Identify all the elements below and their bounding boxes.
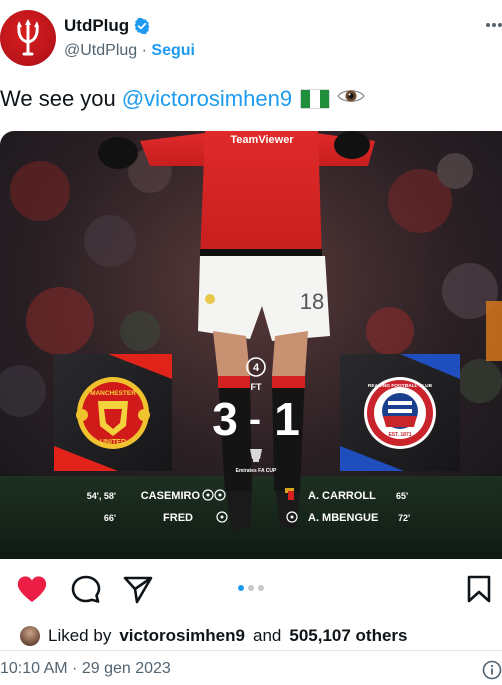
comment-icon[interactable]: [70, 574, 102, 604]
mention-link[interactable]: @victorosimhen9: [122, 86, 292, 112]
score-dash: -: [249, 398, 261, 439]
red-card-icon: [285, 488, 294, 500]
home-crest-bottom-text: UNITED: [100, 439, 126, 446]
away-event-1-name: A. CARROLL: [308, 490, 376, 502]
divider: [0, 650, 502, 651]
round-number: 4: [253, 362, 260, 374]
home-crest-panel: [54, 354, 172, 471]
carousel-dot-active: [238, 585, 244, 591]
liked-by-count[interactable]: 505,107 others: [289, 626, 407, 646]
instagram-action-bar: [0, 560, 502, 624]
handle-separator: ·: [137, 42, 152, 59]
home-score: 3: [212, 393, 238, 445]
eye-icon: [336, 86, 366, 112]
liked-by-prefix: Liked by: [48, 626, 112, 645]
carousel-dot: [258, 585, 264, 591]
liked-by-row: Liked by victorosimhen9 and 505,107 othe…: [20, 624, 408, 648]
liked-by-avatar[interactable]: [20, 626, 40, 646]
carousel-dots: [238, 585, 264, 591]
share-send-icon[interactable]: [122, 574, 154, 604]
jersey-sponsor: TeamViewer: [230, 134, 294, 146]
shirt-number: 18: [300, 289, 324, 314]
avatar[interactable]: [0, 10, 56, 66]
away-crest-est-text: EST. 1871: [388, 432, 411, 438]
home-scorer-1-name: CASEMIRO: [141, 490, 201, 502]
heart-icon[interactable]: [16, 574, 48, 604]
away-crest-panel: [340, 354, 460, 471]
author-name[interactable]: UtdPlug: [64, 16, 129, 36]
tweet-timestamp[interactable]: 10:10 AM · 29 gen 2023: [0, 660, 171, 678]
tweet-text-prefix: We see you: [0, 86, 116, 111]
bookmark-icon[interactable]: [466, 574, 492, 604]
liked-by-user[interactable]: victorosimhen9: [119, 626, 245, 646]
away-event-2-name: A. MBENGUE: [308, 512, 378, 524]
info-icon[interactable]: [482, 660, 502, 680]
author-handle[interactable]: @UtdPlug: [64, 42, 137, 59]
competition-label: Emirates FA CUP: [236, 468, 277, 474]
away-score: 1: [274, 393, 300, 445]
home-scorer-2-minutes: 66': [104, 513, 116, 523]
away-event-2-minute: 72': [398, 513, 410, 523]
nigeria-flag-icon: [300, 89, 331, 109]
home-crest-top-text: MANCHESTER: [90, 390, 136, 397]
away-crest-ring-text: READING FOOTBALL CLUB: [368, 383, 433, 389]
post-image[interactable]: TeamViewer 18 MANCHESTER UNITED READING …: [0, 131, 502, 559]
follow-button[interactable]: Segui: [151, 42, 195, 59]
carousel-dot: [248, 585, 254, 591]
match-status: FT: [251, 382, 262, 392]
more-options-icon[interactable]: [484, 14, 502, 36]
home-scorer-1-minutes: 54', 58': [87, 491, 116, 501]
trident-logo-icon: [17, 19, 39, 56]
tweet-header: UtdPlug @UtdPlug · Segui: [0, 0, 502, 80]
away-event-1-minute: 65': [396, 491, 408, 501]
liked-by-and: and: [252, 626, 282, 645]
tweet-text: We see you @victorosimhen9: [0, 86, 366, 112]
verified-badge-icon: [134, 17, 150, 35]
home-scorer-2-name: FRED: [163, 512, 193, 524]
